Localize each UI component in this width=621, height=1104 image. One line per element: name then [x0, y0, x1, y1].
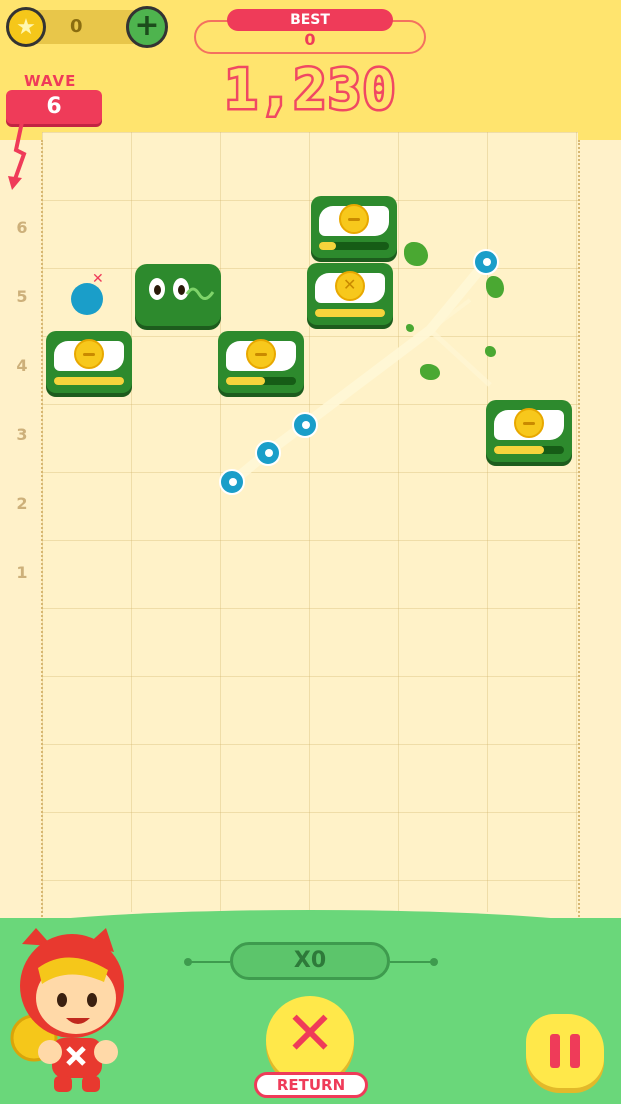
monster-mouth-icon	[185, 287, 215, 300]
cookie-mascot	[10, 928, 124, 1092]
monster-block[interactable]	[135, 264, 221, 326]
coin-icon	[74, 339, 104, 369]
block-health-bar	[319, 242, 389, 250]
multiplier-line-right	[390, 961, 434, 963]
return-button[interactable]: ✕	[266, 996, 354, 1084]
debris-particle	[485, 346, 496, 357]
bomb-icon	[71, 283, 103, 315]
multiplier-dot	[184, 958, 192, 966]
coin-block[interactable]	[311, 196, 397, 258]
debris-particle	[486, 276, 504, 298]
pause-button[interactable]	[526, 1014, 604, 1088]
close-icon: ✕	[284, 999, 336, 1069]
coin-block[interactable]	[307, 263, 393, 325]
coin-icon	[514, 408, 544, 438]
multiplier-dot	[430, 958, 438, 966]
ball	[292, 412, 318, 438]
coin-block[interactable]	[46, 331, 132, 393]
monster-eye-icon	[149, 278, 165, 300]
ball	[219, 469, 245, 495]
block-health-bar	[226, 377, 296, 385]
ball	[473, 249, 499, 275]
debris-particle	[406, 324, 414, 332]
speed-multiplier: X0	[230, 942, 390, 980]
debris-particle	[420, 364, 440, 380]
pause-icon	[550, 1034, 560, 1068]
fuse-spark-icon: ✕	[92, 271, 104, 287]
block-health-bar	[54, 377, 124, 385]
return-label[interactable]: RETURN	[254, 1072, 368, 1098]
ball	[255, 440, 281, 466]
coin-block[interactable]	[218, 331, 304, 393]
coin-icon	[246, 339, 276, 369]
coin-block[interactable]	[486, 400, 572, 462]
coin-x-icon	[335, 271, 365, 301]
pause-icon	[570, 1034, 580, 1068]
block-health-bar	[494, 446, 564, 454]
debris-particle	[404, 242, 428, 266]
coin-icon	[339, 204, 369, 234]
block-health-bar	[315, 309, 385, 317]
multiplier-line-left	[186, 961, 230, 963]
